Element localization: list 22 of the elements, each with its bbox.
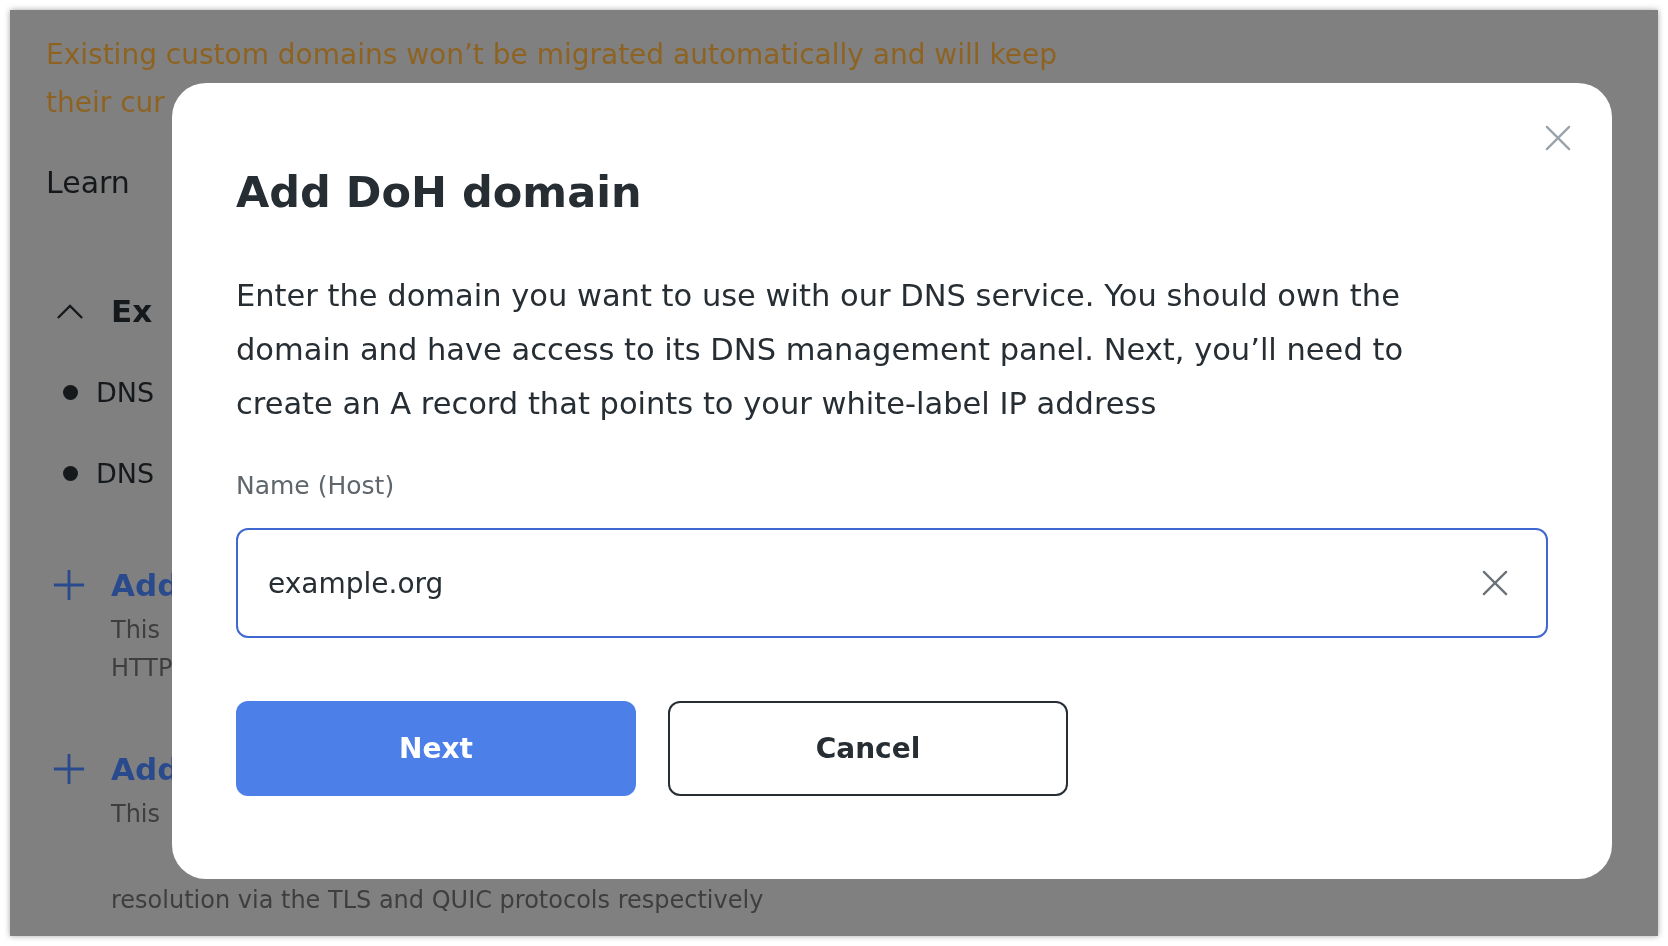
list-item-text: DNS <box>96 457 155 489</box>
cancel-button[interactable]: Cancel <box>668 701 1068 796</box>
clear-icon[interactable] <box>1482 570 1508 596</box>
section-title[interactable]: Ex <box>111 293 153 329</box>
description-text: HTTP <box>111 653 174 684</box>
plus-icon[interactable] <box>52 752 86 786</box>
dialog-description: Enter the domain you want to use with our DNS service. You should own the domain and have access to its DNS management panel. Next, you’ll need to create an A record that points to your white-label IP address <box>236 277 1405 423</box>
next-button[interactable]: Next <box>236 701 636 796</box>
caret-up-icon[interactable] <box>56 302 84 320</box>
bullet-icon <box>63 465 78 481</box>
notice-text: Existing custom domains won’t be migrated automatically and will keep <box>46 37 1058 73</box>
description-text: resolution via the TLS and QUIC protocols respectively <box>111 885 765 916</box>
dialog-title: Add DoH domain <box>236 166 643 219</box>
description-text: This <box>111 799 162 830</box>
list-item-text: DNS <box>96 376 155 408</box>
close-icon[interactable] <box>1545 125 1571 151</box>
plus-icon[interactable] <box>52 568 86 602</box>
field-label: Name (Host) <box>236 470 395 502</box>
notice-text: their cur <box>46 85 166 121</box>
host-input-field[interactable]: example.org <box>236 528 1548 638</box>
description-text: This <box>111 615 162 646</box>
bullet-icon <box>63 384 78 400</box>
